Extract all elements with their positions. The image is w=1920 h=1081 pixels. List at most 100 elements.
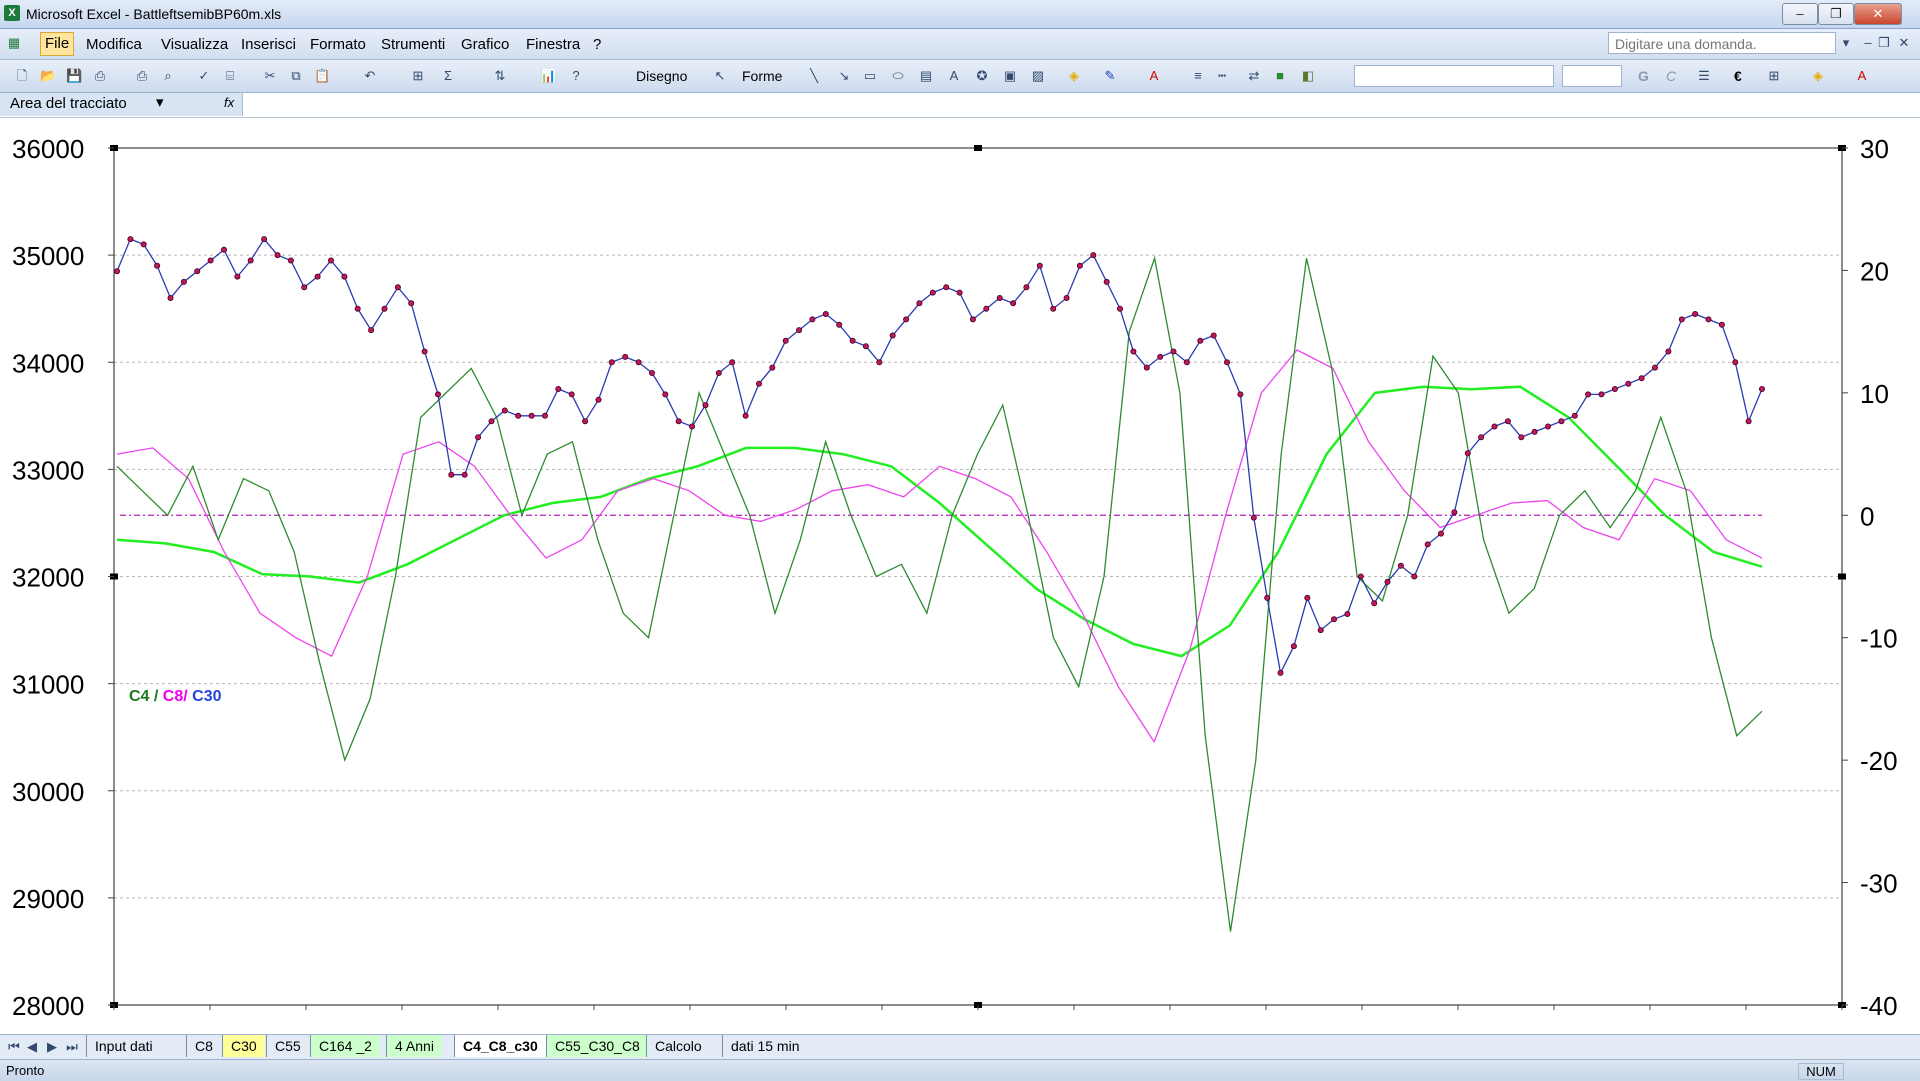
menu-file[interactable]: File: [40, 32, 75, 56]
price-data-point[interactable]: [1745, 418, 1752, 425]
insert-hyperlink-icon[interactable]: ⊞: [410, 68, 426, 84]
price-data-point[interactable]: [782, 337, 789, 344]
price-data-point[interactable]: [582, 418, 589, 425]
chart-legend-label[interactable]: C4 / C8/ C30: [129, 688, 222, 705]
price-data-point[interactable]: [220, 246, 227, 253]
price-data-point[interactable]: [434, 391, 441, 398]
dash-style-icon[interactable]: ┅: [1214, 68, 1230, 84]
price-data-point[interactable]: [475, 434, 482, 441]
price-data-point[interactable]: [729, 359, 736, 366]
print-icon[interactable]: ⎙: [134, 68, 150, 84]
price-data-point[interactable]: [1183, 359, 1190, 366]
font-name-combo[interactable]: [1354, 65, 1554, 87]
chart-svg[interactable]: 36000 35000 34000 33000 32000 31000 30000 29000…: [0, 118, 1920, 1035]
sheet-tab[interactable]: C30: [222, 1035, 265, 1057]
arrow-tool-icon[interactable]: ↘: [836, 68, 852, 84]
price-data-point[interactable]: [969, 316, 976, 323]
price-data-point[interactable]: [1732, 359, 1739, 366]
price-data-point[interactable]: [702, 402, 709, 409]
price-data-point[interactable]: [1210, 332, 1217, 339]
chart-series[interactable]: [114, 236, 1766, 932]
restore-button[interactable]: ❐: [1818, 3, 1854, 25]
price-data-point[interactable]: [689, 423, 696, 430]
minimize-button[interactable]: ‒: [1782, 3, 1818, 25]
price-data-point[interactable]: [943, 284, 950, 291]
price-data-point[interactable]: [180, 278, 187, 285]
fill-color-icon[interactable]: ◈: [1066, 68, 1082, 84]
price-data-point[interactable]: [836, 321, 843, 328]
close-button[interactable]: ✕: [1854, 3, 1902, 25]
price-data-point[interactable]: [1411, 573, 1418, 580]
font-size-combo[interactable]: [1562, 65, 1622, 87]
next-sheet-icon[interactable]: ▶: [44, 1039, 60, 1055]
price-data-point[interactable]: [1130, 348, 1137, 355]
price-data-point[interactable]: [595, 396, 602, 403]
price-data-point[interactable]: [1157, 353, 1164, 360]
sheet-tab[interactable]: C8: [186, 1035, 221, 1057]
price-data-point[interactable]: [1050, 305, 1057, 312]
excel-app-icon[interactable]: X: [4, 5, 20, 21]
menu-grafico[interactable]: Grafico: [461, 36, 509, 53]
arrow-style-icon[interactable]: ⇄: [1246, 68, 1262, 84]
price-data-point[interactable]: [528, 412, 535, 419]
price-data-point[interactable]: [889, 332, 896, 339]
price-data-point[interactable]: [1063, 294, 1070, 301]
price-data-point[interactable]: [1290, 643, 1297, 650]
menu-finestra[interactable]: Finestra: [526, 36, 580, 53]
price-data-point[interactable]: [194, 268, 201, 275]
price-data-point[interactable]: [1438, 530, 1445, 537]
price-data-point[interactable]: [1545, 423, 1552, 430]
textbox-tool-icon[interactable]: ▤: [918, 68, 934, 84]
chart-wizard-icon[interactable]: 📊: [540, 68, 556, 84]
autosum-icon[interactable]: Σ: [440, 68, 456, 84]
price-data-point[interactable]: [756, 380, 763, 387]
diagram-icon[interactable]: ✪: [974, 68, 990, 84]
price-data-point[interactable]: [769, 364, 776, 371]
name-box-dropdown-icon[interactable]: ▾: [156, 93, 164, 111]
price-data-point[interactable]: [274, 252, 281, 259]
last-sheet-icon[interactable]: ⏭: [64, 1039, 80, 1055]
price-data-point[interactable]: [1718, 321, 1725, 328]
price-data-point[interactable]: [1357, 573, 1364, 580]
price-data-point[interactable]: [849, 337, 856, 344]
function-icon[interactable]: fx: [224, 95, 234, 110]
font-color-icon[interactable]: A: [1146, 68, 1162, 84]
font-color-icon-2[interactable]: A: [1854, 68, 1870, 84]
doc-minimize-icon[interactable]: ‒: [1860, 35, 1876, 51]
price-data-point[interactable]: [1504, 418, 1511, 425]
price-data-point[interactable]: [461, 471, 468, 478]
name-box[interactable]: Area del tracciato ▾ fx: [0, 93, 243, 116]
copy-icon[interactable]: ⧉: [288, 68, 304, 84]
price-data-point[interactable]: [1558, 418, 1565, 425]
price-data-point[interactable]: [542, 412, 549, 419]
italic-button[interactable]: C: [1666, 68, 1676, 84]
price-data-point[interactable]: [394, 284, 401, 291]
c4-series-line[interactable]: [116, 255, 1763, 932]
price-data-point[interactable]: [983, 305, 990, 312]
price-data-point[interactable]: [568, 391, 575, 398]
price-data-point[interactable]: [368, 327, 375, 334]
open-icon[interactable]: 📂: [40, 68, 56, 84]
price-data-point[interactable]: [1317, 627, 1324, 634]
euro-button[interactable]: €: [1734, 68, 1742, 84]
paste-icon[interactable]: 📋: [314, 68, 330, 84]
price-data-point[interactable]: [408, 300, 415, 307]
select-objects-icon[interactable]: ↖: [712, 68, 728, 84]
price-data-point[interactable]: [140, 241, 147, 248]
price-data-point[interactable]: [809, 316, 816, 323]
new-icon[interactable]: 🗋: [14, 68, 30, 84]
price-data-point[interactable]: [1117, 305, 1124, 312]
price-data-point[interactable]: [1224, 359, 1231, 366]
price-data-point[interactable]: [1692, 310, 1699, 317]
price-data-point[interactable]: [635, 359, 642, 366]
research-icon[interactable]: ⌸: [222, 68, 238, 84]
price-data-point[interactable]: [207, 257, 214, 264]
rectangle-tool-icon[interactable]: ▭: [862, 68, 878, 84]
right-axis[interactable]: 30 20 10 0 -10 -20 -30 -40: [1842, 134, 1898, 1021]
line-style-icon[interactable]: ≡: [1190, 68, 1206, 84]
price-data-point[interactable]: [1451, 509, 1458, 516]
price-data-point[interactable]: [1304, 594, 1311, 601]
bold-button[interactable]: G: [1638, 68, 1649, 84]
price-data-point[interactable]: [314, 273, 321, 280]
menu-visualizza[interactable]: Visualizza: [161, 36, 228, 53]
